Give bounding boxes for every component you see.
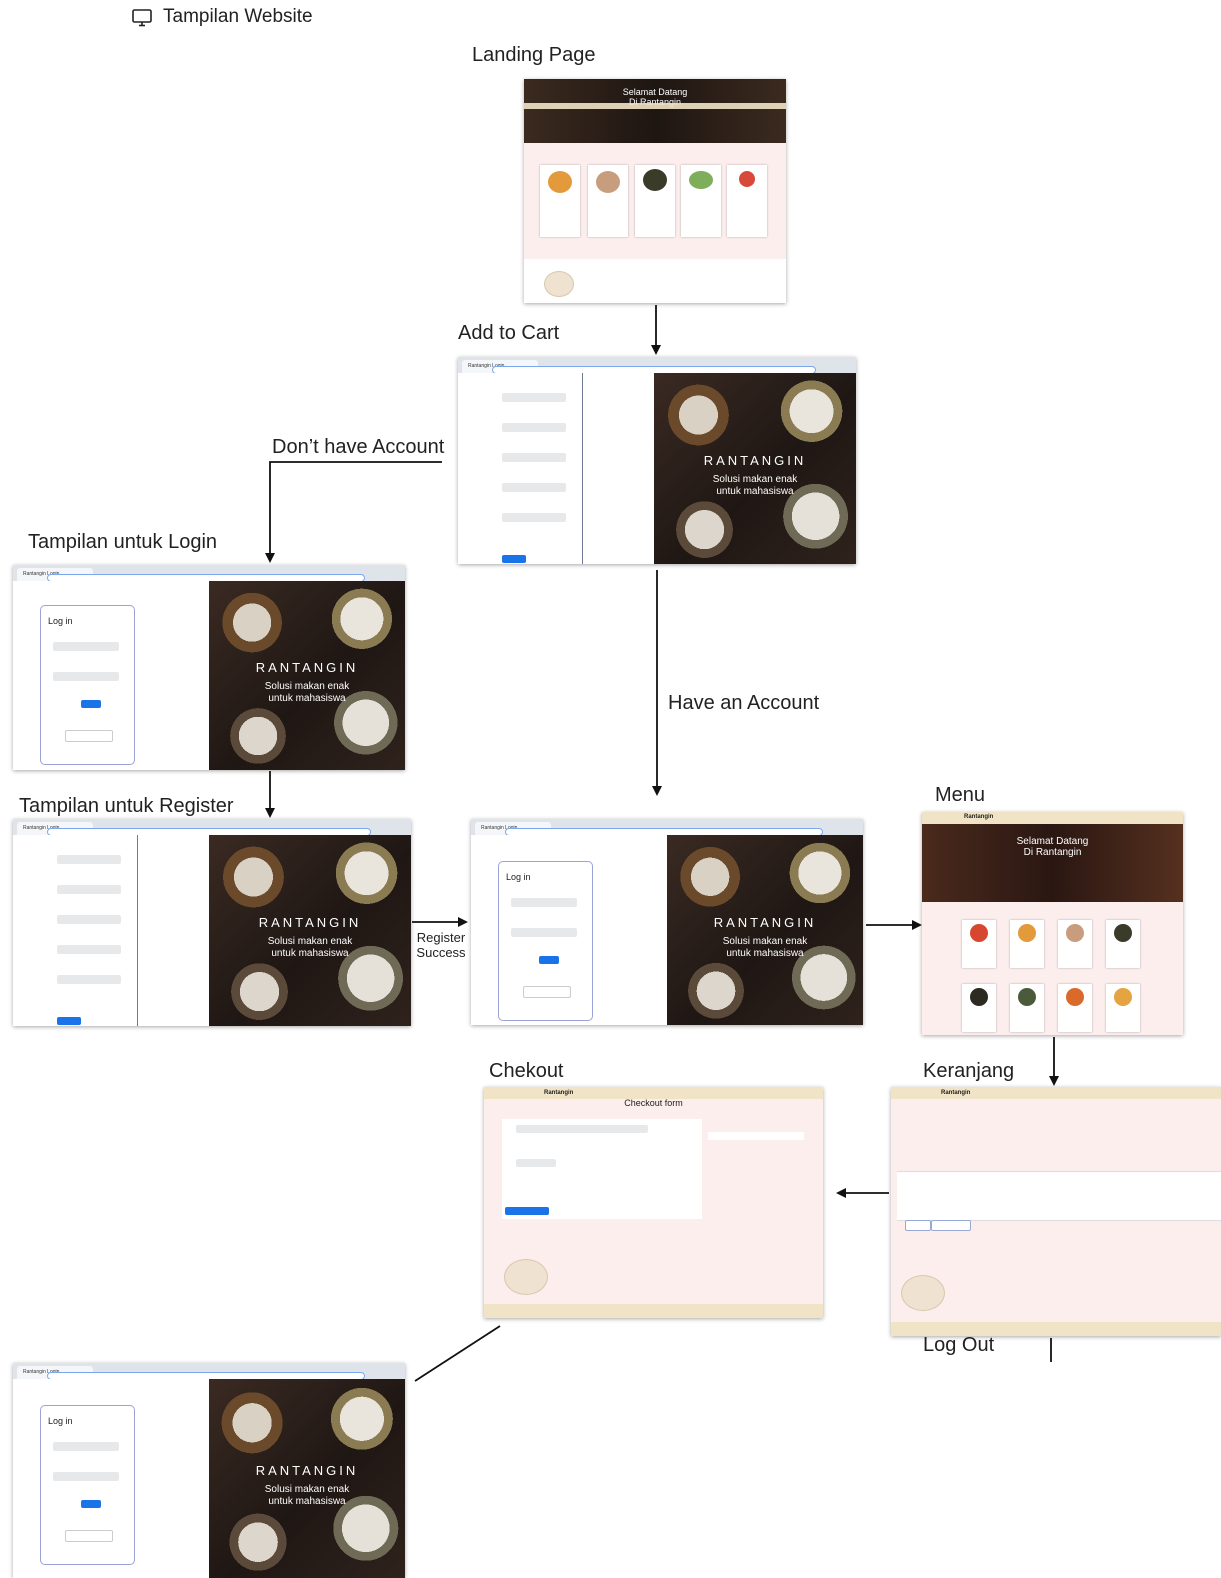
arrow-dont-have-account (265, 461, 442, 563)
flow-arrows (265, 305, 1059, 1382)
connector-checkout-to-login (414, 1325, 501, 1382)
